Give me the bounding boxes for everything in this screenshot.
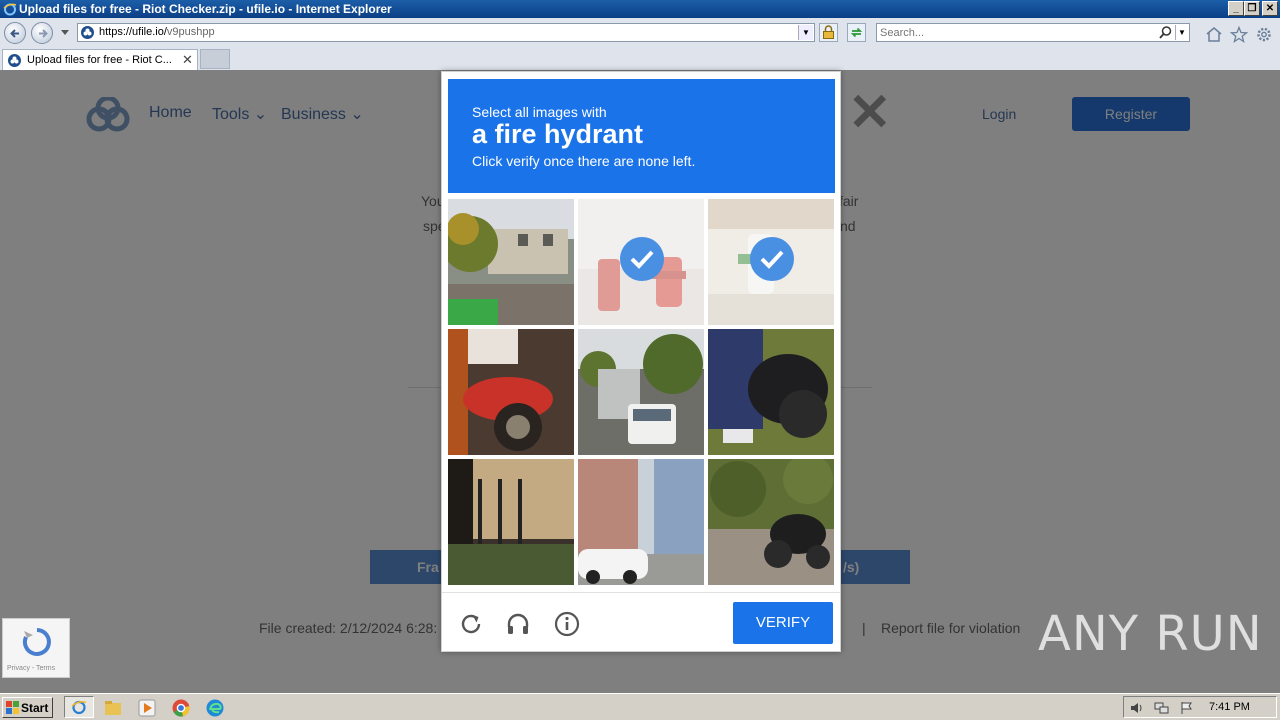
edge-icon[interactable]: [205, 698, 225, 718]
windows-taskbar: Start 7:41 PM: [0, 693, 1280, 720]
captcha-instruction-hint: Click verify once there are none left.: [472, 153, 696, 169]
home-icon[interactable]: [1205, 26, 1223, 43]
url-path: v9pushpp: [166, 26, 215, 38]
anyrun-watermark: ANY RUN: [1038, 606, 1263, 662]
info-icon[interactable]: [554, 611, 580, 637]
action-center-flag-icon[interactable]: [1180, 701, 1194, 715]
search-box[interactable]: ▼: [876, 23, 1190, 42]
captcha-tile-scooter-rider[interactable]: [708, 329, 834, 455]
ufile-site-icon: [8, 54, 21, 67]
tab-close-icon[interactable]: ✕: [182, 52, 193, 68]
search-icon[interactable]: [1159, 26, 1172, 39]
reload-challenge-icon[interactable]: [458, 611, 484, 637]
forward-button[interactable]: [31, 22, 53, 44]
building-stairs-image: [448, 459, 574, 585]
favorites-star-icon[interactable]: [1230, 26, 1248, 43]
road-truck-image: [578, 329, 704, 455]
back-button[interactable]: [4, 22, 26, 44]
audio-challenge-headphones-icon[interactable]: [505, 611, 531, 637]
settings-gear-icon[interactable]: [1255, 26, 1273, 43]
chrome-icon[interactable]: [171, 698, 191, 718]
address-dropdown-button[interactable]: ▼: [798, 25, 813, 40]
window-titlebar: Upload files for free - Riot Checker.zip…: [0, 0, 1280, 18]
captcha-tile-scooter-hedge[interactable]: [708, 459, 834, 585]
back-arrow-icon: [10, 29, 19, 38]
media-player-icon[interactable]: [137, 698, 157, 718]
captcha-target-object: a fire hydrant: [472, 119, 644, 149]
verify-button[interactable]: VERIFY: [733, 602, 833, 644]
captcha-tile-building-stairs[interactable]: [448, 459, 574, 585]
recaptcha-icon: [22, 628, 51, 656]
lock-icon: [823, 25, 834, 39]
address-input[interactable]: https://ufile.io/v9pushpp ▼: [77, 23, 815, 42]
selected-checkmark-icon: [620, 237, 664, 281]
system-tray: 7:41 PM: [1123, 696, 1277, 718]
captcha-tile-white-fire-hydrant[interactable]: [708, 199, 834, 325]
tab-bar: Upload files for free - Riot C... ✕: [0, 48, 1280, 70]
address-toolbar: https://ufile.io/v9pushpp ▼ ▼: [0, 18, 1280, 48]
captcha-header: Select all images with a fire hydrant Cl…: [448, 79, 835, 193]
image-captcha-challenge: Select all images with a fire hydrant Cl…: [441, 71, 841, 652]
refresh-button[interactable]: [847, 23, 866, 42]
volume-icon[interactable]: [1129, 701, 1143, 715]
scooter-hedge-image: [708, 459, 834, 585]
security-lock-button[interactable]: [819, 23, 838, 42]
minimize-button[interactable]: _: [1228, 1, 1244, 16]
street-houses-image: [448, 199, 574, 325]
window-title: Upload files for free - Riot Checker.zip…: [19, 2, 392, 16]
search-input[interactable]: [880, 25, 1150, 40]
taskbar-ie-button[interactable]: [64, 696, 94, 718]
clock[interactable]: 7:41 PM: [1209, 701, 1250, 713]
restore-button[interactable]: ❐: [1244, 1, 1260, 16]
selected-checkmark-icon: [750, 237, 794, 281]
new-tab-button[interactable]: [200, 49, 230, 69]
captcha-tile-red-fire-hydrant[interactable]: [578, 199, 704, 325]
scooter-rider-image: [708, 329, 834, 455]
recaptcha-privacy-terms[interactable]: Privacy - Terms: [7, 665, 55, 672]
pole-car-image: [578, 459, 704, 585]
tab-title: Upload files for free - Riot C...: [27, 54, 172, 66]
search-provider-dropdown[interactable]: ▼: [1175, 25, 1188, 40]
file-explorer-icon[interactable]: [103, 698, 123, 718]
close-window-button[interactable]: ✕: [1262, 1, 1278, 16]
captcha-footer-divider: [442, 592, 840, 593]
captcha-tile-red-motorcycle[interactable]: [448, 329, 574, 455]
url-host: https://ufile.io/: [99, 26, 167, 38]
tab-ufile[interactable]: Upload files for free - Riot C... ✕: [2, 49, 198, 70]
internet-explorer-icon: [3, 3, 17, 16]
captcha-tile-road-truck[interactable]: [578, 329, 704, 455]
captcha-tile-street-houses[interactable]: [448, 199, 574, 325]
forward-arrow-icon: [39, 29, 48, 38]
captcha-instruction: Select all images with: [472, 104, 607, 120]
recaptcha-badge[interactable]: Privacy - Terms: [2, 618, 70, 678]
windows-flag-icon: [6, 701, 19, 714]
history-dropdown-icon[interactable]: [61, 30, 69, 36]
network-icon[interactable]: [1154, 701, 1170, 715]
internet-explorer-icon: [71, 700, 87, 715]
start-button[interactable]: Start: [2, 697, 53, 718]
captcha-tile-pole-car[interactable]: [578, 459, 704, 585]
red-motorcycle-image: [448, 329, 574, 455]
refresh-arrows-icon: [850, 27, 863, 38]
ufile-site-icon: [81, 26, 94, 39]
start-label: Start: [21, 701, 49, 715]
